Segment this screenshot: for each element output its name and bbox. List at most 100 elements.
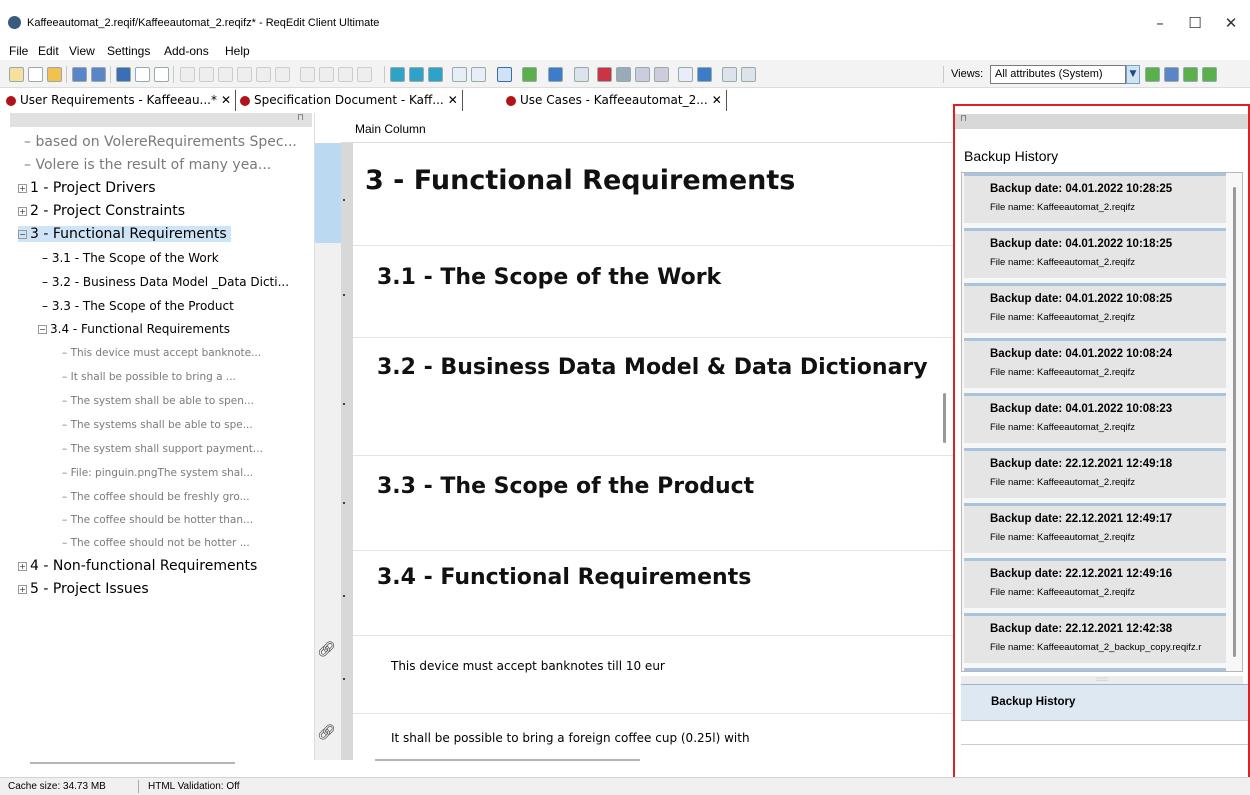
backup-entry[interactable]: Backup date: 22.12.2021 12:42:38 File nam… (964, 613, 1226, 663)
menu-edit[interactable]: Edit (38, 44, 59, 58)
superscript-icon[interactable] (275, 67, 290, 82)
backup-entry[interactable]: Backup date: 04.01.2022 10:18:25 File nam… (964, 228, 1226, 278)
collapse-icon[interactable]: − (18, 229, 27, 239)
collapse-icon[interactable]: − (38, 325, 47, 334)
strikethrough-icon[interactable] (237, 67, 252, 82)
backup-entry[interactable]: Backup date: 22.12.2021 12:49:18 File nam… (964, 448, 1226, 498)
new-file-icon[interactable] (28, 67, 43, 82)
editor-horizontal-scrollbar[interactable] (375, 759, 640, 761)
backup-entry[interactable]: Backup date: 22.12.2021 12:49:16 File nam… (964, 558, 1226, 608)
tree-item[interactable]: – The coffee should not be hotter ... (62, 537, 250, 549)
link-icon[interactable] (452, 67, 467, 82)
tree-item[interactable]: – File: pinguin.pngThe system shal... (62, 467, 253, 479)
tree-item[interactable]: – The coffee should be hotter than... (62, 514, 253, 526)
editor-row-text[interactable]: It shall be possible to bring a foreign … (391, 731, 750, 745)
grid-icon[interactable] (741, 67, 756, 82)
document-icon[interactable] (635, 67, 650, 82)
underline-icon[interactable] (218, 67, 233, 82)
tab-specification-document[interactable]: Specification Document - Kaff... ✕ (236, 90, 463, 111)
chevron-down-icon[interactable]: ▼ (1126, 65, 1140, 84)
move-icon[interactable] (548, 67, 563, 82)
editor-vertical-scrollbar[interactable] (943, 393, 946, 443)
views-dropdown[interactable]: All attributes (System) (990, 65, 1126, 84)
backup-entry[interactable]: Backup date: 22.12.2021 12:49:17 File nam… (964, 503, 1226, 553)
tree-horizontal-scrollbar[interactable] (30, 762, 235, 764)
checkbox-checked-icon[interactable] (154, 67, 169, 82)
view-edit-icon[interactable] (1164, 67, 1179, 82)
menu-addons[interactable]: Add-ons (164, 44, 209, 58)
numbered-list-icon[interactable] (338, 67, 353, 82)
refresh-icon[interactable] (616, 67, 631, 82)
insert-row-icon[interactable] (522, 67, 537, 82)
tree-item[interactable]: – 3.1 - The Scope of the Work (42, 251, 219, 265)
tab-close-icon[interactable]: ✕ (712, 93, 722, 107)
text-color-icon[interactable] (300, 67, 315, 82)
filter-add-icon[interactable] (409, 67, 424, 82)
tab-close-icon[interactable]: ✕ (221, 93, 231, 107)
tree-item[interactable]: – 3.2 - Business Data Model _Data Dicti.… (42, 275, 289, 289)
tree-item-project-constraints[interactable]: +2 - Project Constraints (18, 203, 185, 219)
splitter-grip[interactable]: :::::: (961, 676, 1243, 684)
tree-item[interactable]: – The system shall be able to spen... (62, 395, 254, 407)
pen-icon[interactable] (116, 67, 131, 82)
save-all-icon[interactable] (91, 67, 106, 82)
editor-row-heading[interactable]: 3.4 - Functional Requirements (377, 565, 937, 590)
tab-use-cases[interactable]: Use Cases - Kaffeeautomat_2... ✕ (502, 90, 727, 111)
backup-entry[interactable]: Backup date: 04.01.2022 10:08:23 File nam… (964, 393, 1226, 443)
bullet-list-icon[interactable] (319, 67, 334, 82)
editor-row-text[interactable]: This device must accept banknotes till 1… (391, 659, 665, 673)
editor-row-heading[interactable]: 3 - Functional Requirements (365, 165, 935, 196)
subscript-icon[interactable] (256, 67, 271, 82)
tree-item[interactable]: – Volere is the result of many yea... (24, 157, 271, 173)
print-icon[interactable] (654, 67, 669, 82)
trace-icon[interactable] (471, 67, 486, 82)
maximize-button[interactable]: ☐ (1180, 12, 1210, 34)
backup-entry[interactable]: Backup date: 04.01.2022 10:28:25 File nam… (964, 173, 1226, 223)
link-icon[interactable]: 🔗︎ (317, 640, 336, 658)
compare-icon[interactable] (574, 67, 589, 82)
layout-icon[interactable] (497, 67, 512, 82)
tree-item[interactable]: – 3.3 - The Scope of the Product (42, 299, 234, 313)
tree-item-functional-requirements-34[interactable]: −3.4 - Functional Requirements (38, 322, 230, 336)
backup-entry[interactable]: Backup date: 04.01.2022 10:08:24 File nam… (964, 338, 1226, 388)
expand-icon[interactable]: + (18, 584, 27, 594)
search-icon[interactable] (678, 67, 693, 82)
expand-icon[interactable]: + (18, 183, 27, 193)
filter-remove-icon[interactable] (428, 67, 443, 82)
tab-backup-history[interactable]: Backup History (961, 684, 1248, 720)
tree-item[interactable]: – The system shall support payment... (62, 443, 263, 455)
editor-row-heading[interactable]: 3.3 - The Scope of the Product (377, 474, 937, 499)
image-icon[interactable] (697, 67, 712, 82)
expand-icon[interactable]: + (18, 561, 27, 571)
column-header[interactable]: Main Column (341, 113, 953, 143)
expand-icon[interactable]: + (18, 206, 27, 216)
columns-icon[interactable] (722, 67, 737, 82)
backup-list-scrollbar[interactable] (1233, 187, 1236, 657)
tab-user-requirements[interactable]: User Requirements - Kaffeeau...* ✕ (2, 90, 237, 111)
backup-entry[interactable]: Backup date: 04.01.2022 10:08:25 File nam… (964, 283, 1226, 333)
table-icon[interactable] (357, 67, 372, 82)
tree-item-project-issues[interactable]: +5 - Project Issues (18, 581, 149, 597)
bold-icon[interactable] (180, 67, 195, 82)
minimize-button[interactable]: – (1145, 12, 1175, 34)
tree-item-non-functional-requirements[interactable]: +4 - Non-functional Requirements (18, 558, 257, 574)
tree-item[interactable]: – based on VolereRequirements Spec... (24, 134, 297, 150)
italic-icon[interactable] (199, 67, 214, 82)
tree-item[interactable]: – It shall be possible to bring a ... (62, 371, 236, 383)
menu-help[interactable]: Help (225, 44, 250, 58)
pin-icon[interactable]: ⊓ (297, 113, 304, 123)
pin-icon[interactable]: ⊓ (960, 114, 967, 124)
editor-row-heading[interactable]: 3.2 - Business Data Model & Data Diction… (377, 355, 939, 380)
paste-icon[interactable] (9, 67, 24, 82)
view-copy-icon[interactable] (1183, 67, 1198, 82)
filter-icon[interactable] (390, 67, 405, 82)
export-icon[interactable] (597, 67, 612, 82)
menu-view[interactable]: View (69, 44, 95, 58)
editor-row-heading[interactable]: 3.1 - The Scope of the Work (377, 265, 937, 290)
save-icon[interactable] (72, 67, 87, 82)
menu-file[interactable]: File (9, 44, 28, 58)
tree-item[interactable]: – This device must accept banknote... (62, 347, 261, 359)
menu-settings[interactable]: Settings (107, 44, 150, 58)
tree-item-project-drivers[interactable]: +1 - Project Drivers (18, 180, 156, 196)
tree-item-functional-requirements[interactable]: −3 - Functional Requirements (18, 226, 231, 242)
